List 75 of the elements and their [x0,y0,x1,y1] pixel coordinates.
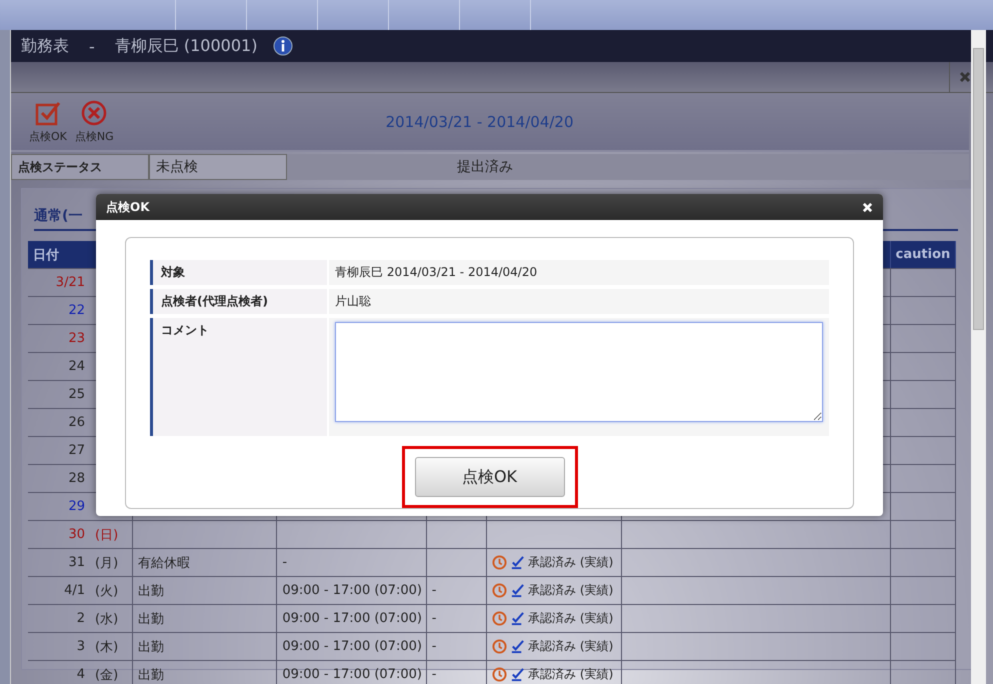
clock-icon [492,555,508,570]
date-cell-text: 4 [76,667,85,682]
submission-status: 提出済み [457,158,513,176]
checkbox-icon [34,100,61,126]
work-hours: 09:00 - 17:00 (07:00) [277,633,427,660]
weekday-cell-text: (日) [95,526,119,544]
date-cell-text: 28 [67,471,85,486]
employee-name: 青柳辰巳 (100001) [114,36,258,56]
date-cell-text: 29 [67,499,85,514]
close-icon[interactable] [862,202,873,212]
approval-status: 承認済み (実績) [528,582,614,599]
field-label: 対象 [150,260,327,285]
date-cell-text: 31 [67,555,85,570]
field-value: 片山聡 [335,294,371,308]
clock-icon [492,639,508,654]
close-icon [958,71,970,83]
weekday-cell-text: (金) [95,666,119,684]
stamp-icon [510,611,526,626]
approval-status: 承認済み (実績) [528,638,614,655]
weekday-cell-text: (火) [95,582,119,600]
info-icon[interactable] [273,36,294,56]
date-cell-text: 3/21 [54,275,85,290]
approval-status: 承認済み (実績) [528,554,614,571]
table-cell: - [426,661,488,684]
clock-icon [492,611,508,626]
stamp-icon [510,555,526,570]
column-header: caution [890,241,956,268]
status-value: 未点検 [149,154,287,180]
date-cell-text: 23 [67,331,85,346]
work-hours: 09:00 - 17:00 (07:00) [277,577,427,604]
work-hours: 09:00 - 17:00 (07:00) [277,605,427,632]
clock-icon [492,583,508,598]
weekday-cell-text: (水) [95,610,119,628]
date-cell-text: 30 [67,527,85,542]
approve-button[interactable]: 点検OK [27,100,69,144]
table-cell: - [426,577,488,604]
confirm-button[interactable]: 点検OK [414,457,564,497]
comment-field[interactable] [335,322,823,422]
date-cell-text: 22 [67,303,85,318]
field-label: コメント [150,318,327,436]
work-hours: 09:00 - 17:00 (07:00) [277,661,427,684]
attendance-type: 出勤 [132,577,278,604]
status-label: 点検ステータス [11,154,149,180]
weekday-cell-text: (木) [95,638,119,656]
field-value: 青柳辰巳 2014/03/21 - 2014/04/20 [335,265,538,279]
stamp-icon [510,639,526,654]
attendance-type: 出勤 [132,661,278,684]
weekday-cell-text: (月) [95,554,119,572]
reject-button[interactable]: 点検NG [72,100,116,144]
table-cell: - [426,633,488,660]
approval-status: 承認済み (実績) [528,666,614,683]
title-separator: - [89,36,95,56]
attendance-type: 出勤 [132,605,278,632]
window-title: 勤務表 [21,36,69,56]
attendance-type: 出勤 [132,633,278,660]
table-cell: - [426,605,488,632]
work-hours: - [277,549,427,576]
date-cell-text: 24 [67,359,85,374]
date-cell-text: 3 [76,639,85,654]
date-range: 2014/03/21 - 2014/04/20 [386,112,574,130]
clock-icon [492,667,508,682]
date-cell-text: 2 [76,611,85,626]
attendance-type: 有給休暇 [132,549,278,576]
approval-status: 承認済み (実績) [528,610,614,627]
section-title: 通常(一 [34,207,82,226]
scrollbar[interactable] [971,30,986,684]
date-cell-text: 25 [67,387,85,402]
stamp-icon [510,583,526,598]
circle-x-icon [81,100,108,126]
date-cell-text: 4/1 [63,583,85,598]
date-cell-text: 27 [67,443,85,458]
stamp-icon [510,667,526,682]
date-cell-text: 26 [67,415,85,430]
field-label: 点検者(代理点検者) [150,289,327,314]
dialog-title: 点検OK [106,198,150,216]
